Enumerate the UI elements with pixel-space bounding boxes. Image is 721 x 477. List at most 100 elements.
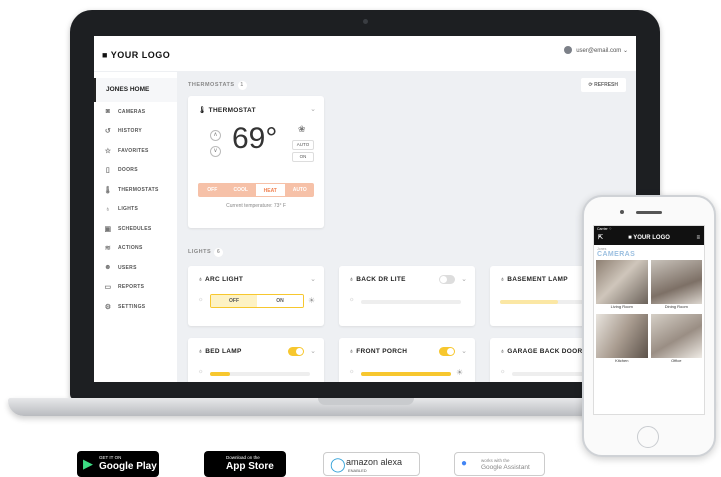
- bright-icon: ☀: [308, 296, 316, 305]
- refresh-button[interactable]: ⟳ REFRESH: [580, 78, 626, 92]
- brightness-slider[interactable]: [361, 300, 461, 304]
- app-header: ■ YOUR LOGO user@email.com ⌄: [94, 36, 636, 72]
- google-play-badge[interactable]: ▶ GET IT ON Google Play: [77, 451, 159, 477]
- camera-thumbnail: [650, 314, 702, 358]
- section-title-text: LIGHTS: [188, 249, 212, 255]
- light-card-arc-light: ♁ ARC LIGHT ⌄ OFF ON ☼ ☀: [188, 266, 324, 326]
- actions-icon: ≋: [104, 245, 112, 253]
- phone-home-button[interactable]: [637, 426, 659, 448]
- sidebar-item-thermostats[interactable]: 🌡 THERMOSTATS: [94, 180, 177, 200]
- light-toggle[interactable]: [439, 275, 455, 284]
- settings-icon: ⚙: [104, 303, 112, 311]
- chevron-down-icon[interactable]: ⌄: [461, 275, 467, 283]
- sidebar-item-label: SETTINGS: [118, 303, 146, 310]
- light-title: ♁ GARAGE BACK DOOR: [500, 348, 583, 355]
- bright-icon: ☀: [456, 368, 464, 377]
- laptop-notch: [318, 398, 414, 405]
- assistant-icon: ●: [461, 458, 468, 469]
- sidebar-item-actions[interactable]: ≋ ACTIONS: [94, 239, 177, 259]
- temp-up-button[interactable]: ∧: [210, 130, 221, 141]
- sidebar-item-label: CAMERAS: [118, 108, 146, 115]
- badge-small-text: ENABLED: [348, 468, 367, 473]
- slider-fill: [210, 372, 230, 376]
- camera-thumbnail: [596, 260, 648, 304]
- mode-heat-button[interactable]: HEAT: [255, 183, 286, 197]
- mode-off-button[interactable]: OFF: [198, 183, 227, 197]
- light-name: ARC LIGHT: [205, 276, 244, 283]
- badge-small-text: works with the: [481, 458, 510, 463]
- fan-icon[interactable]: ❀: [298, 124, 306, 135]
- phone-logo: ■ YOUR LOGO: [628, 235, 670, 241]
- sidebar-item-settings[interactable]: ⚙ SETTINGS: [94, 297, 177, 317]
- sidebar-item-users[interactable]: ☻ USERS: [94, 258, 177, 278]
- chevron-down-icon[interactable]: ⌄: [310, 105, 316, 113]
- light-name: BASEMENT LAMP: [507, 276, 568, 283]
- light-toggle[interactable]: [288, 347, 304, 356]
- sidebar-item-cameras[interactable]: ◙ CAMERAS: [94, 102, 177, 122]
- fan-auto-button[interactable]: AUTO: [292, 140, 314, 150]
- sidebar-item-history[interactable]: ↺ HISTORY: [94, 122, 177, 142]
- slider-fill: [361, 372, 451, 376]
- chevron-down-icon[interactable]: ⌄: [461, 347, 467, 355]
- section-title-text: THERMOSTATS: [188, 82, 235, 88]
- sidebar-item-favorites[interactable]: ☆ FAVORITES: [94, 141, 177, 161]
- laptop-screen: ■ YOUR LOGO user@email.com ⌄ JONES HOME …: [94, 36, 636, 382]
- google-assistant-badge[interactable]: ● works with the Google Assistant: [454, 452, 545, 476]
- sidebar-item-label: USERS: [118, 264, 137, 271]
- sidebar-item-label: THERMOSTATS: [118, 186, 159, 193]
- sidebar-item-schedules[interactable]: ▣ SCHEDULES: [94, 219, 177, 239]
- dim-icon: ☼: [500, 369, 506, 375]
- alexa-icon: ◯: [330, 456, 346, 472]
- app-logo[interactable]: ■ YOUR LOGO: [102, 50, 170, 60]
- camera-tile[interactable]: Kitchen: [596, 314, 648, 365]
- light-title: ♁ FRONT PORCH: [349, 348, 408, 355]
- chevron-down-icon[interactable]: ⌄: [310, 347, 316, 355]
- dim-icon: ☼: [198, 369, 204, 375]
- menu-icon[interactable]: ≡: [696, 232, 700, 245]
- sidebar-item-reports[interactable]: ▭ REPORTS: [94, 278, 177, 298]
- sidebar-item-label: FAVORITES: [118, 147, 149, 154]
- dim-icon: ☼: [349, 297, 355, 303]
- temp-down-button[interactable]: ∨: [210, 146, 221, 157]
- brightness-slider[interactable]: [210, 372, 310, 376]
- camera-tile[interactable]: Dining Room: [650, 260, 702, 311]
- folder-icon: ▭: [104, 284, 112, 292]
- user-menu[interactable]: user@email.com ⌄: [564, 46, 628, 54]
- app-store-badge[interactable]: Download on the App Store: [204, 451, 286, 477]
- light-title: ♁ BACK DR LITE: [349, 276, 406, 283]
- light-title: ♁ ARC LIGHT: [198, 276, 244, 283]
- sidebar-item-doors[interactable]: ▯ DOORS: [94, 161, 177, 181]
- badge-big-text: amazon alexa: [346, 457, 403, 467]
- sidebar-item-lights[interactable]: ♁ LIGHTS: [94, 200, 177, 220]
- play-icon: ▶: [83, 456, 93, 471]
- mode-selector: OFF COOL HEAT AUTO: [198, 183, 314, 197]
- main-content: THERMOSTATS 1 ⟳ REFRESH 🌡 THERMOSTAT ⌄ ∧ …: [178, 72, 636, 382]
- phone-speaker: [636, 211, 662, 214]
- alexa-badge[interactable]: ◯ amazon alexa ENABLED: [323, 452, 420, 476]
- sidebar-home[interactable]: JONES HOME: [94, 78, 177, 102]
- camera-thumbnail: [596, 314, 648, 358]
- sidebar-item-label: REPORTS: [118, 284, 145, 291]
- star-icon: ☆: [104, 147, 112, 155]
- camera-thumbnail: [650, 260, 702, 304]
- lights-count-badge: 6: [214, 248, 224, 257]
- thermostat-count-badge: 1: [237, 81, 247, 90]
- mode-cool-button[interactable]: COOL: [226, 183, 255, 197]
- sidebar: JONES HOME ◙ CAMERAS ↺ HISTORY ☆ FAVORITES ▯ DO…: [94, 72, 178, 382]
- camera-tile[interactable]: Office: [650, 314, 702, 365]
- arc-light-switch: OFF ON: [210, 294, 304, 308]
- fan-on-button[interactable]: ON: [292, 152, 314, 162]
- chevron-down-icon[interactable]: ⌄: [310, 275, 316, 283]
- off-button[interactable]: OFF: [211, 295, 257, 307]
- on-button[interactable]: ON: [257, 295, 303, 307]
- light-toggle[interactable]: [439, 347, 455, 356]
- thermostat-title: 🌡 THERMOSTAT: [198, 107, 256, 114]
- back-icon[interactable]: ⇱: [598, 232, 603, 245]
- light-name: BACK DR LITE: [356, 276, 406, 283]
- camera-tile[interactable]: Living Room: [596, 260, 648, 311]
- current-temperature: Current temperature: 73° F: [226, 203, 286, 209]
- camera-label: Office: [671, 358, 682, 363]
- mode-auto-button[interactable]: AUTO: [285, 183, 314, 197]
- brightness-slider[interactable]: [361, 372, 451, 376]
- camera-label: Living Room: [610, 304, 633, 309]
